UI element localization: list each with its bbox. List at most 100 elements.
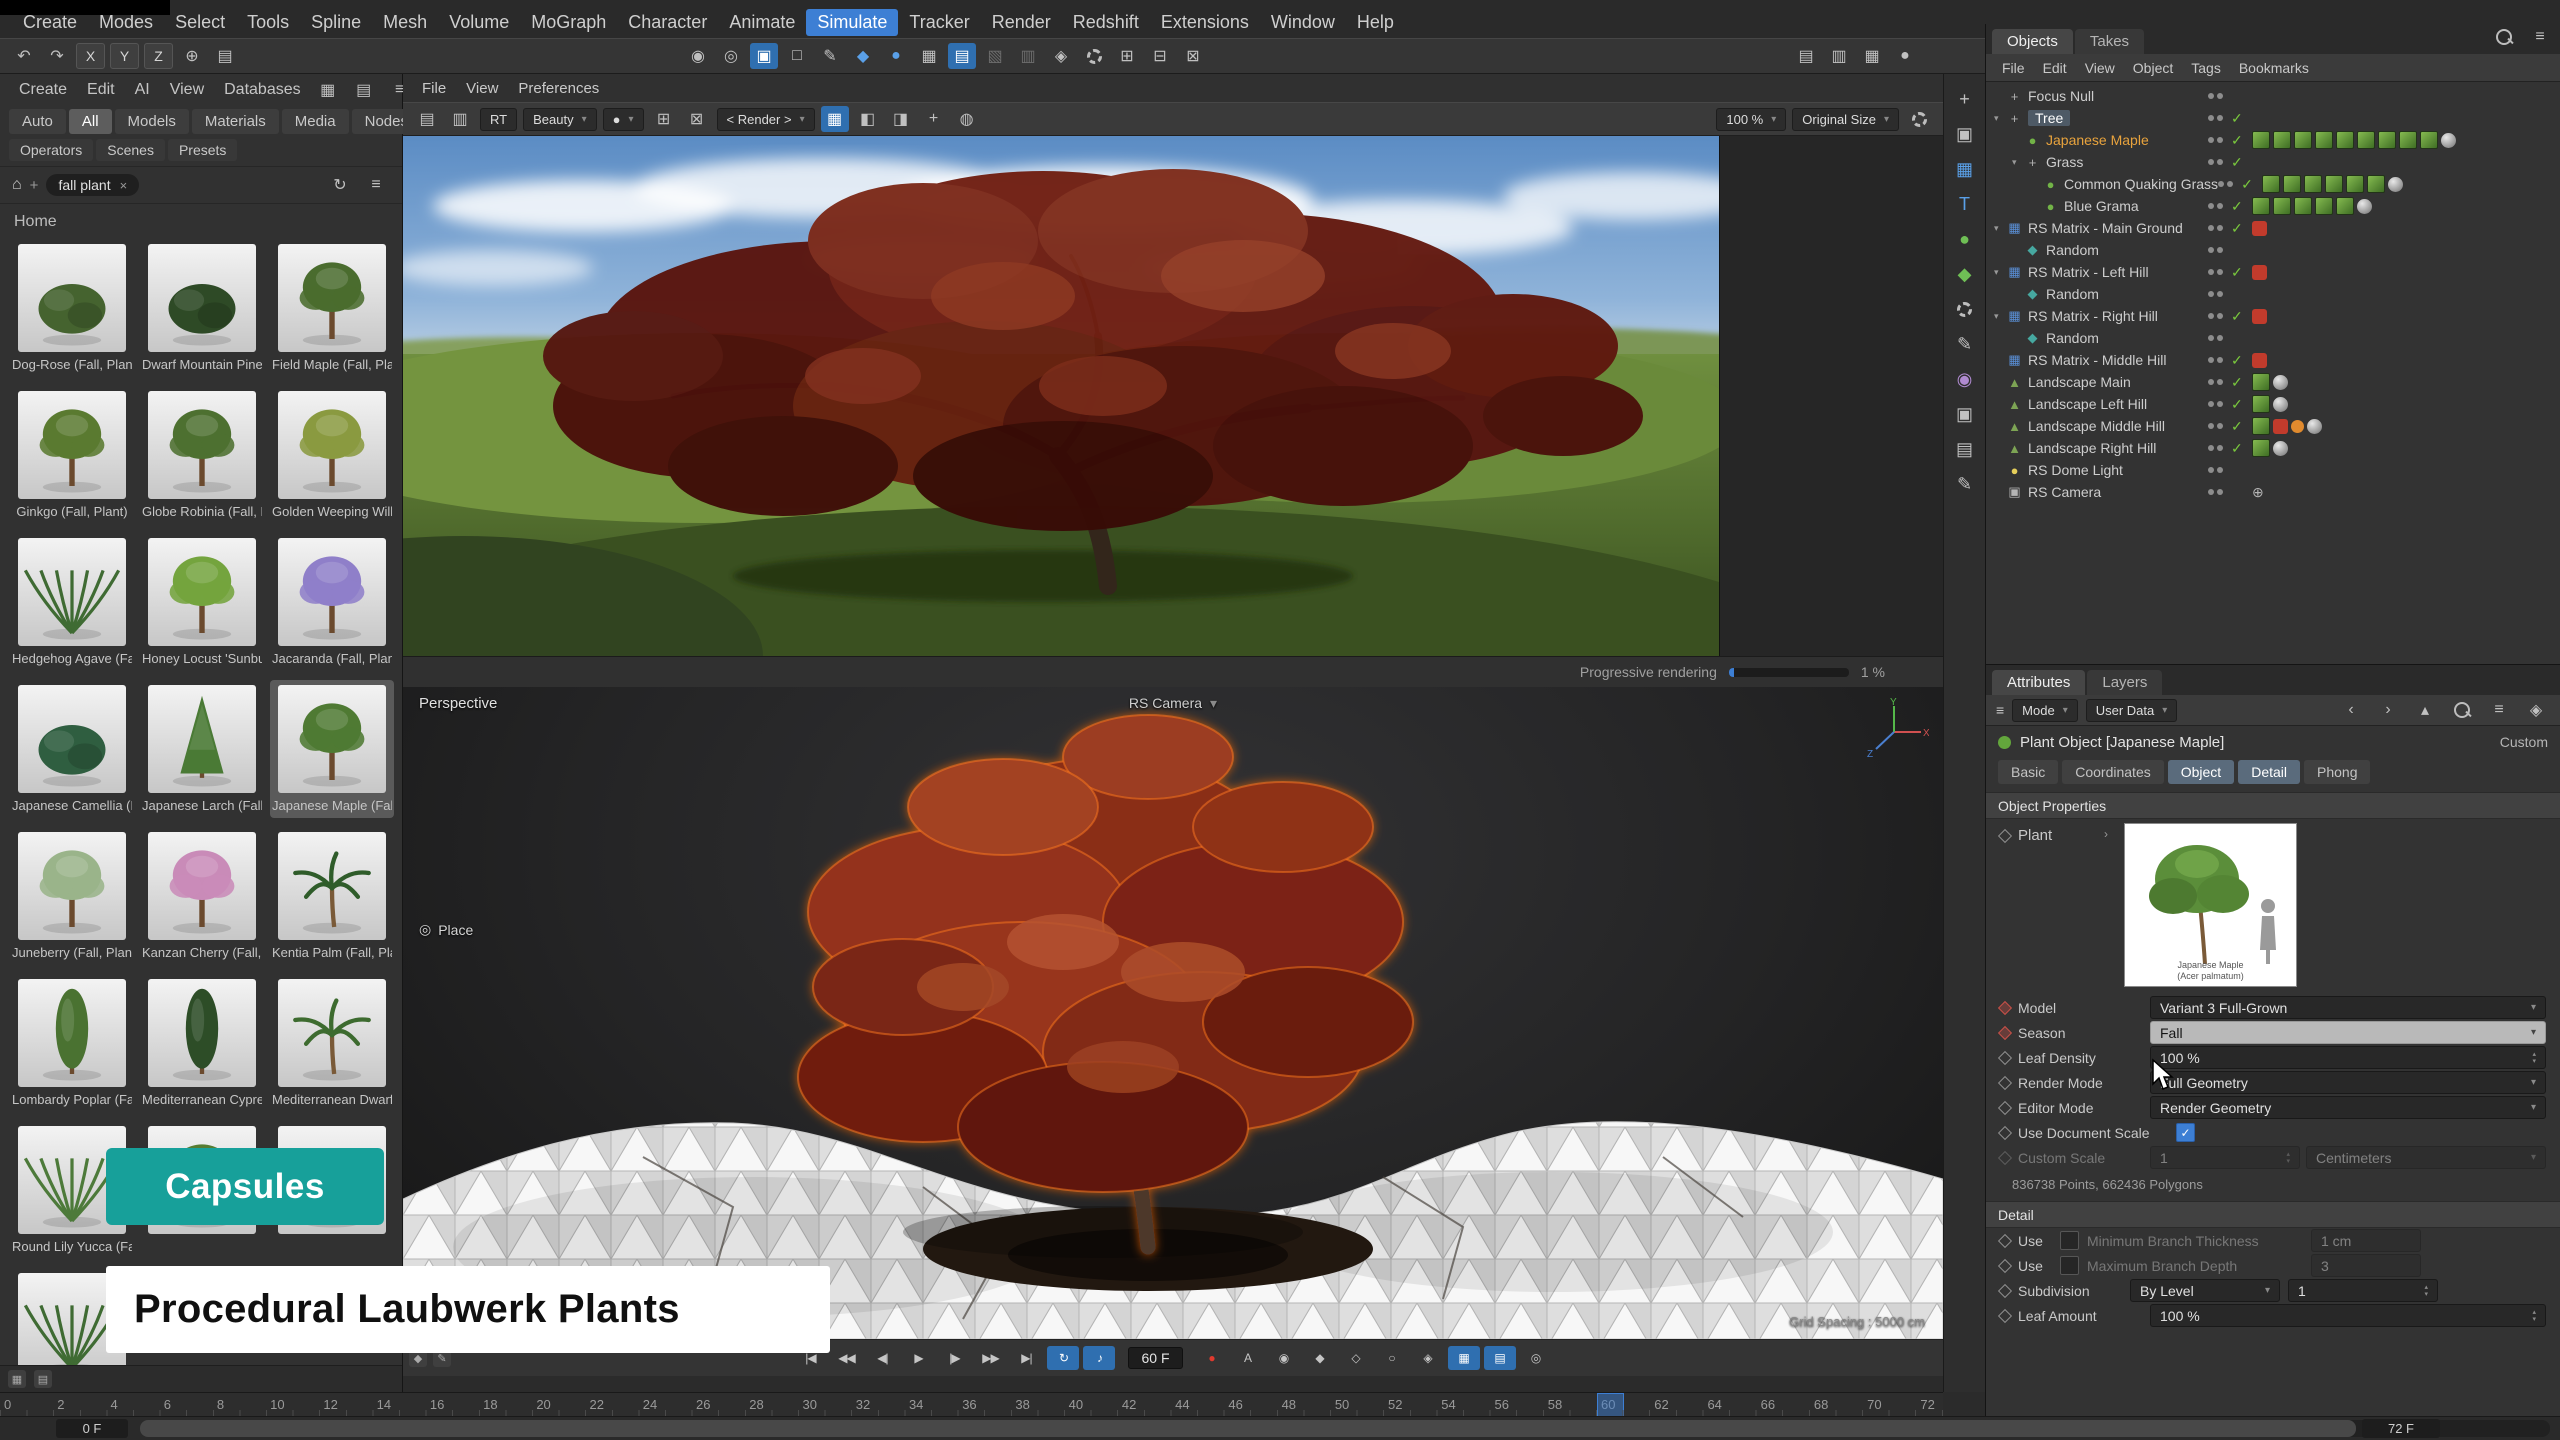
visibility-dot[interactable]	[2217, 247, 2223, 253]
enable-check-icon[interactable]: ✓	[2231, 132, 2249, 149]
object-name[interactable]: RS Dome Light	[2028, 462, 2123, 478]
texture-tag[interactable]	[2325, 175, 2343, 193]
object-row[interactable]: ▲Landscape Right Hill✓	[1986, 437, 2560, 459]
home-icon[interactable]: ⌂	[12, 176, 22, 194]
asset-thumbnail[interactable]	[278, 979, 386, 1087]
object-name[interactable]: Focus Null	[2028, 88, 2094, 104]
snapshot-icon[interactable]: ▥	[446, 106, 474, 132]
aov-icon[interactable]: ◍	[953, 106, 981, 132]
param-diamond[interactable]	[1998, 1150, 2012, 1164]
timeline-ruler[interactable]: 0246810121416182022242628303234363840424…	[0, 1392, 1943, 1417]
solo-anim-icon[interactable]: ◎	[1520, 1346, 1552, 1370]
visibility-dot[interactable]	[2208, 401, 2214, 407]
annotation-icon[interactable]: ✎	[1951, 471, 1979, 497]
visibility-dot[interactable]	[2208, 467, 2214, 473]
redshift-tag[interactable]	[2252, 309, 2267, 324]
om-menu-icon[interactable]: ≡	[2526, 24, 2554, 50]
attr-tab-attributes[interactable]: Attributes	[1992, 670, 2085, 695]
asset-item[interactable]: Japanese Larch (Fall, ...	[140, 680, 264, 818]
menu-spline[interactable]: Spline	[300, 9, 372, 36]
object-row[interactable]: ▲Landscape Left Hill✓	[1986, 393, 2560, 415]
section-tab-detail[interactable]: Detail	[2238, 760, 2300, 784]
texture-tag[interactable]	[2315, 197, 2333, 215]
enable-check-icon[interactable]: ✓	[2241, 176, 2259, 193]
visibility-dot[interactable]	[2217, 313, 2223, 319]
object-name[interactable]: Landscape Right Hill	[2028, 440, 2156, 456]
param-diamond[interactable]	[1998, 1283, 2012, 1297]
texture-tag[interactable]	[2273, 197, 2291, 215]
section-tab-coordinates[interactable]: Coordinates	[2062, 760, 2164, 784]
next-frame-icon[interactable]: |▶	[938, 1346, 970, 1370]
custom-preset-dropdown[interactable]: Custom	[2500, 734, 2548, 750]
ab-tab-models[interactable]: Models	[115, 109, 189, 134]
record-scale-icon[interactable]: ◇	[1340, 1346, 1372, 1370]
autokey-icon[interactable]: A	[1232, 1346, 1264, 1370]
asset-item[interactable]: Hedgehog Agave (Fall...	[10, 533, 134, 671]
target-tag[interactable]: ⊕	[2252, 484, 2264, 501]
object-row[interactable]: ▲Landscape Middle Hill✓	[1986, 415, 2560, 437]
pass-dropdown[interactable]: Beauty▾	[523, 108, 597, 131]
asset-item[interactable]: Jacaranda (Fall, Plant)	[270, 533, 394, 671]
texture-tag[interactable]	[2336, 131, 2354, 149]
plant-preview-thumbnail[interactable]: Japanese Maple (Acer palmatum)	[2124, 823, 2297, 987]
background-icon[interactable]: ◨	[887, 106, 915, 132]
axis-y-button[interactable]: Y	[110, 43, 139, 69]
section-tab-object[interactable]: Object	[2168, 760, 2234, 784]
viewport-camera-label[interactable]: RS Camera ▾	[403, 695, 1943, 712]
render-target-dropdown[interactable]: < Render >▾	[717, 108, 815, 131]
visibility-dot[interactable]	[2218, 181, 2224, 187]
object-name[interactable]: RS Camera	[2028, 484, 2101, 500]
menu-tracker[interactable]: Tracker	[898, 9, 980, 36]
subdivision-mode-dropdown[interactable]: By Level▾	[2130, 1279, 2280, 1302]
asset-item[interactable]: Lombardy Poplar (Fall...	[10, 974, 134, 1112]
om-menu-object[interactable]: Object	[2125, 59, 2181, 77]
size-mode-dropdown[interactable]: Original Size▾	[1792, 108, 1899, 131]
redshift-tag[interactable]	[2273, 419, 2288, 434]
sound-icon[interactable]: ♪	[1083, 1346, 1115, 1370]
rt-button[interactable]: RT	[480, 108, 517, 131]
texture-tag[interactable]	[2252, 395, 2270, 413]
asset-item[interactable]: Globe Robinia (Fall, Pl...	[140, 386, 264, 524]
rv-menu-file[interactable]: File	[413, 78, 455, 99]
render-queue-icon[interactable]: ▤	[1792, 43, 1820, 69]
object-name[interactable]: Landscape Main	[2028, 374, 2131, 390]
visibility-dot[interactable]	[2217, 137, 2223, 143]
axis-mode-icon[interactable]: ▥	[1014, 43, 1042, 69]
om-tab-takes[interactable]: Takes	[2075, 29, 2144, 54]
ab-tab-media[interactable]: Media	[282, 109, 349, 134]
redshift-tag[interactable]	[2252, 265, 2267, 280]
undo-icon[interactable]: ↶	[10, 43, 38, 69]
range-thumb[interactable]	[140, 1420, 2356, 1437]
camera-icon[interactable]: ▣	[1951, 401, 1979, 427]
object-name[interactable]: RS Matrix - Middle Hill	[2028, 352, 2166, 368]
param-diamond[interactable]	[1998, 1100, 2012, 1114]
attr-tab-layers[interactable]: Layers	[2087, 670, 2162, 695]
model-dropdown[interactable]: Variant 3 Full-Grown▾	[2150, 996, 2546, 1019]
visibility-dot[interactable]	[2217, 379, 2223, 385]
rv-menu-preferences[interactable]: Preferences	[509, 78, 608, 99]
param-diamond[interactable]	[1998, 1075, 2012, 1089]
snapshot-add-icon[interactable]: +	[920, 106, 948, 132]
visibility-dot[interactable]	[2208, 291, 2214, 297]
visibility-dot[interactable]	[2217, 401, 2223, 407]
enable-check-icon[interactable]: ✓	[2231, 308, 2249, 325]
ab-view-grid-icon[interactable]: ▦	[314, 77, 342, 103]
ab-compare-icon[interactable]: ◧	[854, 106, 882, 132]
visibility-dot[interactable]	[2208, 313, 2214, 319]
user-data-dropdown[interactable]: User Data▾	[2086, 699, 2178, 722]
asset-item[interactable]: Kanzan Cherry (Fall, Pl...	[140, 827, 264, 965]
texture-tag[interactable]	[2420, 131, 2438, 149]
text-tool-icon[interactable]: T	[1951, 191, 1979, 217]
grid-overlay-icon[interactable]: ▦	[821, 106, 849, 132]
use-document-scale-checkbox[interactable]: ✓	[2176, 1123, 2195, 1142]
leaf-amount-field[interactable]: 100 %▴▾	[2150, 1304, 2546, 1327]
effector-icon[interactable]: ◆	[1951, 261, 1979, 287]
texture-tag[interactable]	[2252, 131, 2270, 149]
menu-character[interactable]: Character	[617, 9, 718, 36]
asset-item[interactable]: Ginkgo (Fall, Plant)	[10, 386, 134, 524]
object-row[interactable]: ◆Random	[1986, 283, 2560, 305]
object-row[interactable]: ●Japanese Maple✓	[1986, 129, 2560, 151]
ab-subtab-presets[interactable]: Presets	[168, 139, 237, 161]
phong-tag[interactable]	[2357, 199, 2372, 214]
asset-thumbnail[interactable]	[18, 244, 126, 352]
